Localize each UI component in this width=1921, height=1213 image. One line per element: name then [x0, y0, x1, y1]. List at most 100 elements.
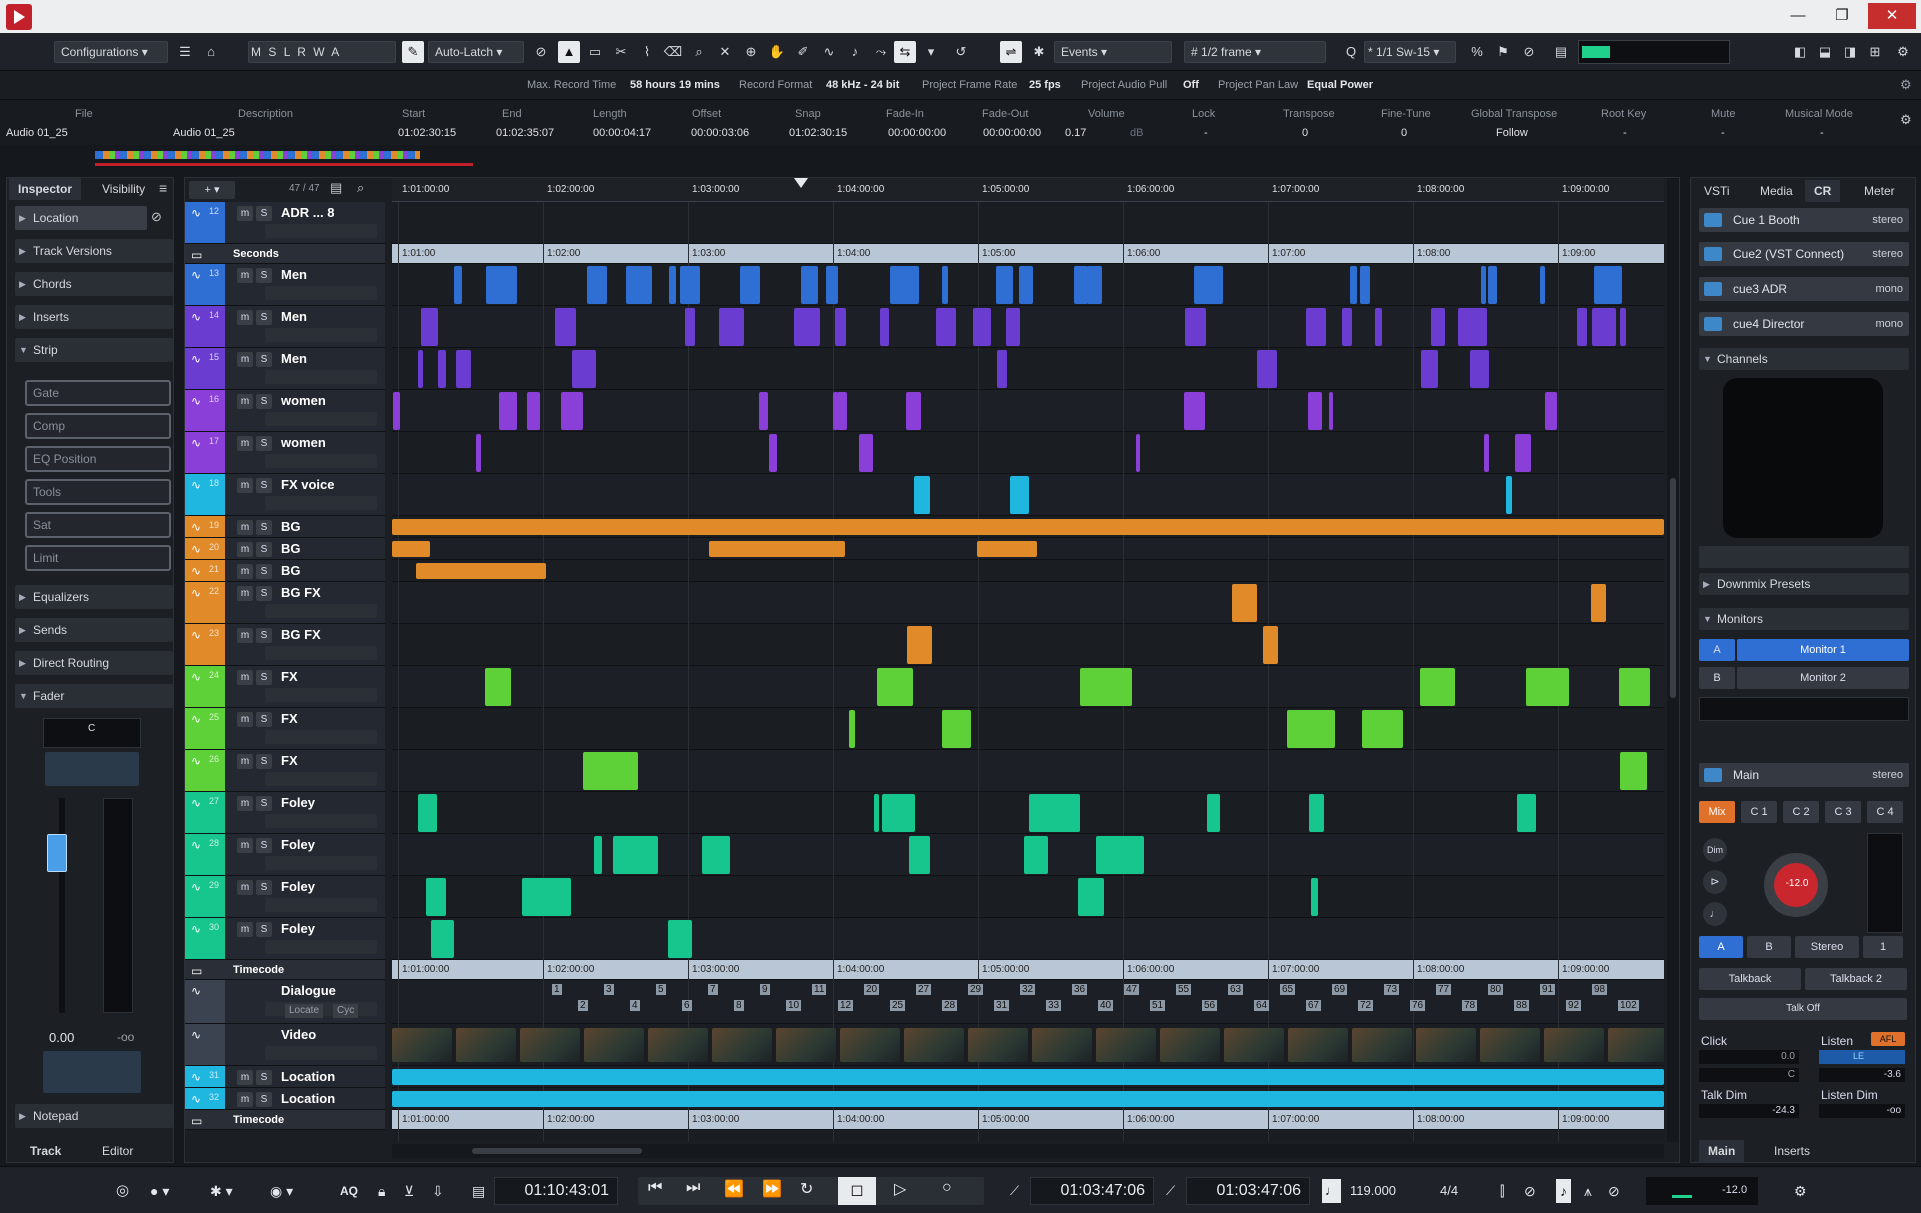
marker-label[interactable]: 9 [760, 984, 770, 995]
punch-icon[interactable]: ● ▾ [150, 1179, 169, 1203]
audio-event[interactable] [1577, 308, 1587, 346]
ruler-lane[interactable] [392, 244, 1664, 264]
track-name[interactable]: BG FX [281, 627, 321, 642]
track-name[interactable]: Video [281, 1027, 316, 1042]
track-row[interactable]: ∿ 12 m S ADR ... 8 [185, 202, 385, 244]
audio-event[interactable] [1019, 266, 1033, 304]
track-solo-button[interactable]: S [256, 754, 272, 769]
track-mute-button[interactable]: m [237, 542, 253, 557]
talk-dim-slider[interactable]: -24.3 [1699, 1104, 1799, 1118]
track-mute-button[interactable]: m [237, 670, 253, 685]
marker-label[interactable]: 31 [994, 1000, 1010, 1011]
strip-gate[interactable]: Gate [25, 380, 171, 406]
audio-pull[interactable]: Off [1183, 79, 1199, 91]
track-row[interactable]: ∿ 23 m S BG FX [185, 624, 385, 666]
audio-event[interactable] [1010, 476, 1029, 514]
track-row[interactable]: ∿ 14 m S Men [185, 306, 385, 348]
track-name[interactable]: Men [281, 267, 307, 282]
track-row[interactable]: ∿ Video [185, 1024, 385, 1066]
suspend-icon[interactable]: ⊘ [530, 41, 552, 63]
right-zone-icon[interactable]: ◨ [1839, 41, 1861, 63]
record-mode-icon[interactable]: ◎ [116, 1179, 129, 1203]
main-output[interactable]: Main stereo [1699, 763, 1909, 787]
dialogue-cycle-button[interactable]: Cyc [333, 1004, 359, 1018]
track-solo-button[interactable]: S [256, 922, 272, 937]
audio-event[interactable] [499, 392, 517, 430]
tab-meter[interactable]: Meter [1855, 180, 1904, 202]
track-row[interactable]: ∿ 32 m S Location [185, 1088, 385, 1110]
audio-event[interactable] [1620, 752, 1647, 790]
metronome-settings-icon[interactable]: ⩚ [1584, 1179, 1592, 1203]
audio-event[interactable] [997, 350, 1007, 388]
configurations-dropdown[interactable]: Configurations ▾ [54, 41, 168, 63]
restore-button[interactable]: ❐ [1825, 3, 1859, 29]
cue-1-booth[interactable]: Cue 1 Booth stereo [1699, 208, 1909, 232]
track-lane[interactable] [392, 708, 1664, 750]
metronome-off-icon[interactable]: ⊘ [1608, 1179, 1620, 1203]
audio-event[interactable] [1080, 668, 1132, 706]
track-lane[interactable] [392, 876, 1664, 918]
audio-event[interactable] [1526, 668, 1569, 706]
audio-event[interactable] [1287, 710, 1335, 748]
strip-comp[interactable]: Comp [25, 413, 171, 439]
audio-event[interactable] [1087, 266, 1102, 304]
track-lane[interactable] [392, 560, 1664, 582]
left-locator-display[interactable]: 01:10:43:01 [494, 1177, 618, 1205]
audio-event[interactable] [1473, 308, 1487, 346]
talk-off-button[interactable]: Talk Off [1699, 998, 1907, 1020]
audio-event[interactable] [421, 308, 438, 346]
audio-event[interactable] [1194, 266, 1214, 304]
afl-button[interactable]: AFL [1871, 1032, 1905, 1046]
audio-event[interactable] [826, 266, 838, 304]
audio-event[interactable] [1074, 266, 1088, 304]
section-monitors[interactable]: Monitors [1699, 608, 1909, 630]
audio-event[interactable] [801, 266, 818, 304]
audio-event[interactable] [613, 836, 658, 874]
track-controls-row[interactable] [265, 412, 377, 426]
marker-label[interactable]: 2 [578, 1000, 588, 1011]
track-solo-button[interactable]: S [256, 310, 272, 325]
monitor-1-button[interactable]: Monitor 1 [1737, 639, 1909, 661]
cue-power-icon[interactable] [1704, 213, 1722, 227]
c3-button[interactable]: C 3 [1825, 801, 1861, 823]
pan-law[interactable]: Equal Power [1307, 79, 1373, 91]
marker-label[interactable]: 33 [1046, 1000, 1062, 1011]
track-name[interactable]: Seconds [233, 248, 279, 260]
mute-tool-icon[interactable]: ✕ [714, 41, 736, 63]
track-solo-button[interactable]: S [256, 520, 272, 535]
info-value-start[interactable]: 01:02:30:15 [398, 127, 456, 139]
track-name[interactable]: Location [281, 1069, 335, 1084]
metronome-toggle-icon[interactable]: ♪ [1556, 1179, 1571, 1203]
track-row[interactable]: ∿ 29 m S Foley [185, 876, 385, 918]
audio-event[interactable] [1619, 668, 1650, 706]
tempo-track-icon[interactable]: ♩ [1322, 1179, 1341, 1203]
range-icon[interactable]: ▭ [584, 41, 606, 63]
audio-event[interactable] [561, 392, 583, 430]
quantize-reset-icon[interactable]: ⊘ [1518, 41, 1540, 63]
audio-event[interactable] [1257, 350, 1277, 388]
vertical-scroll-thumb[interactable] [1670, 478, 1676, 698]
strip-sat[interactable]: Sat [25, 512, 171, 538]
marker-label[interactable]: 73 [1384, 984, 1400, 995]
marker-label[interactable]: 55 [1176, 984, 1192, 995]
speaker-b-button[interactable]: B [1747, 936, 1791, 958]
track-mute-button[interactable]: m [237, 922, 253, 937]
tab-vsti[interactable]: VSTi [1695, 180, 1739, 202]
marker-label[interactable]: 8 [734, 1000, 744, 1011]
tab-media[interactable]: Media [1751, 180, 1802, 202]
audio-event[interactable] [837, 392, 847, 430]
mix-button[interactable]: Mix [1699, 801, 1735, 823]
audio-event[interactable] [416, 563, 546, 579]
mode-l[interactable]: L [284, 45, 292, 59]
info-value-offset[interactable]: 00:00:03:06 [691, 127, 749, 139]
minimize-button[interactable]: — [1781, 3, 1815, 29]
listen-level-slider[interactable]: -3.6 [1819, 1068, 1905, 1082]
marker-label[interactable]: 36 [1072, 984, 1088, 995]
cue-power-icon[interactable] [1704, 317, 1722, 331]
track-mute-button[interactable]: m [237, 352, 253, 367]
track-controls-row[interactable] [265, 604, 377, 618]
lower-zone-icon[interactable]: ⬓ [1814, 41, 1836, 63]
mode-w[interactable]: W [313, 45, 326, 59]
events-dropdown[interactable]: Events ▾ [1054, 41, 1172, 63]
window-layout-icon[interactable]: ⊞ [1864, 41, 1886, 63]
